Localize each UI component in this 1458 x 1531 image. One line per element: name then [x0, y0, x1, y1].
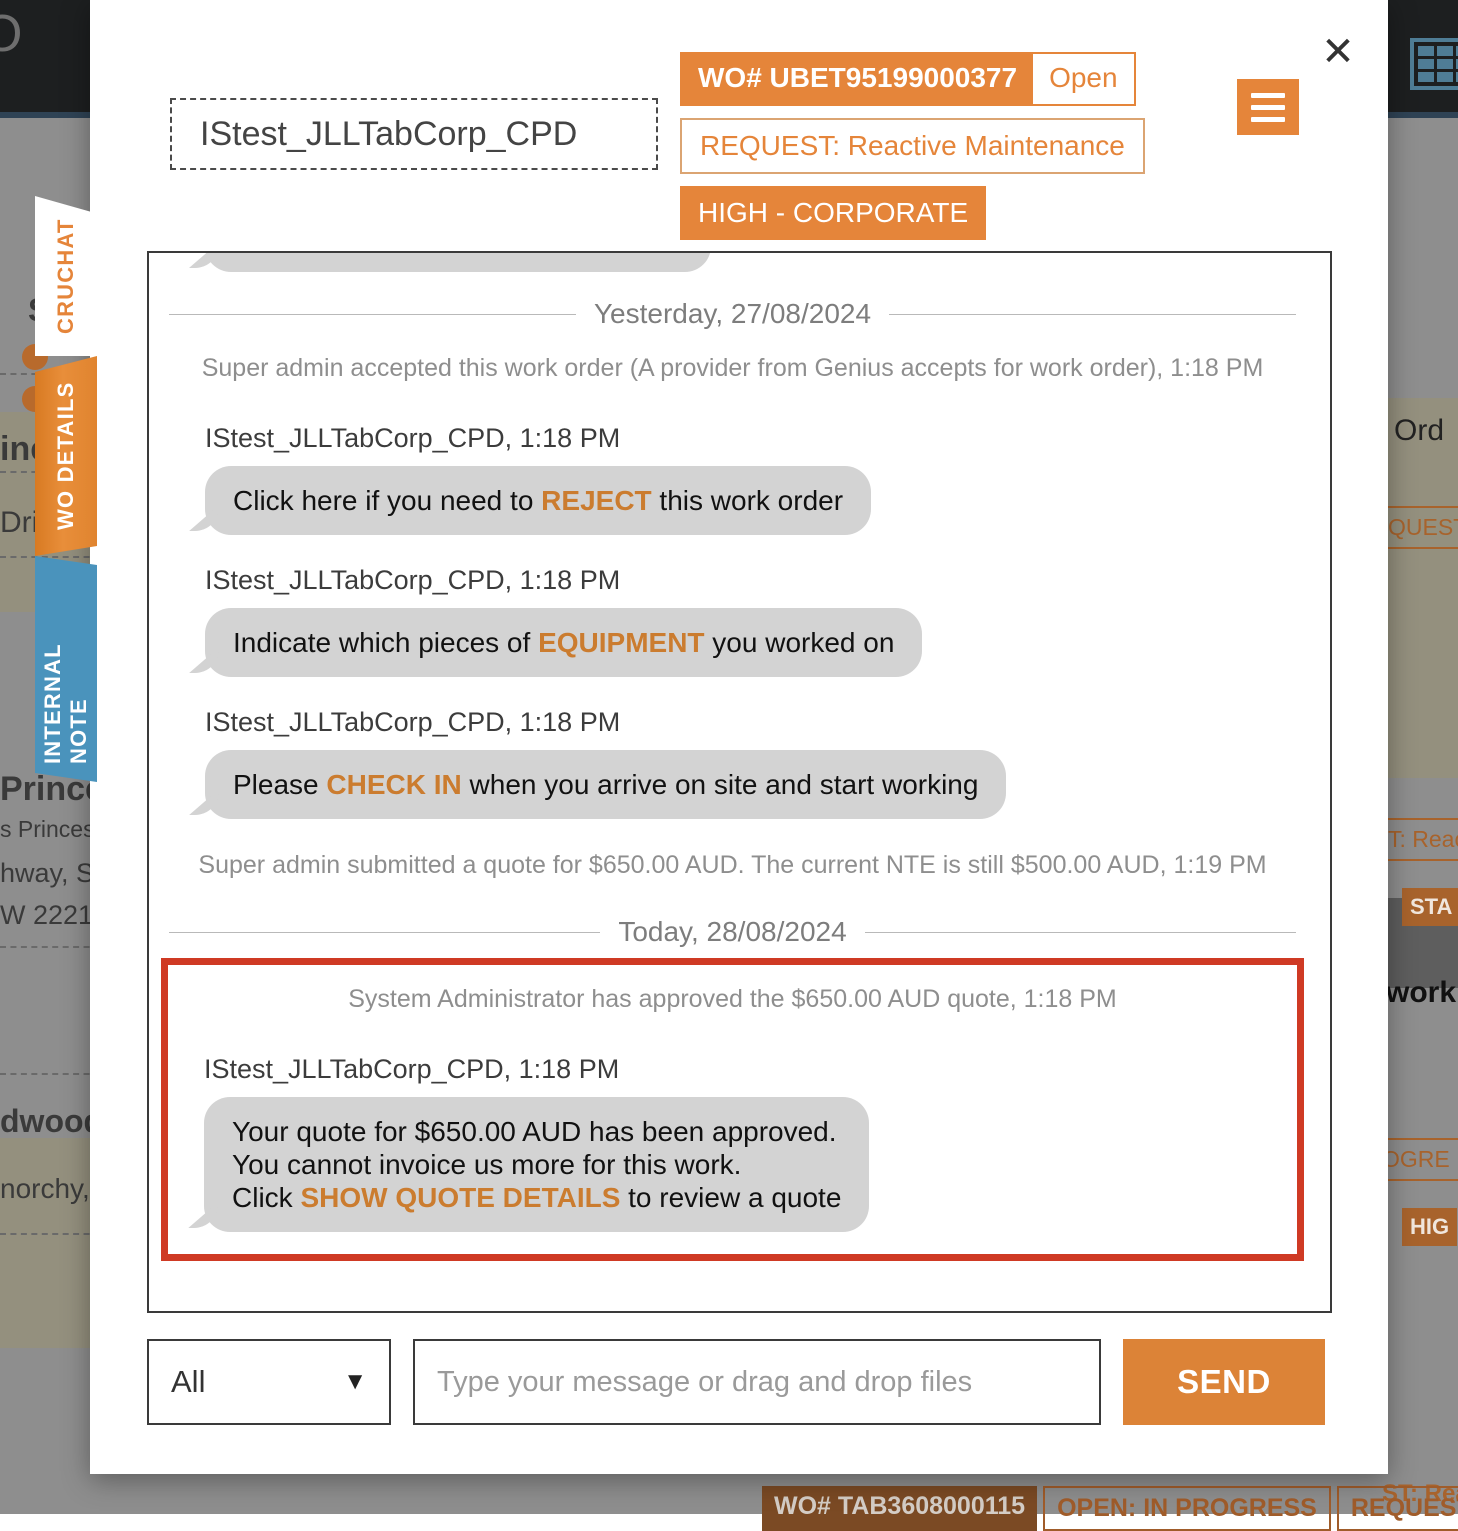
request-type-badge: REQUEST: Reactive Maintenance: [680, 118, 1145, 174]
chat-bubble-invoice-link[interactable]: INVOICE: [568, 251, 683, 253]
hamburger-icon[interactable]: [1237, 79, 1299, 135]
message-author-3: IStest_JLLTabCorp_CPD, 1:18 PM: [169, 681, 1296, 738]
chat-bubble-checkin[interactable]: Please CHECK IN when you arrive on site …: [205, 750, 1006, 819]
work-order-title-field[interactable]: IStest_JLLTabCorp_CPD: [170, 98, 658, 170]
chat-message-1: Click here if you need to REJECT this wo…: [169, 454, 1296, 539]
system-message-quote-submitted: Super admin submitted a quote for $650.0…: [169, 823, 1296, 894]
bgr-request2-text: T: Reac: [1384, 818, 1458, 861]
chat-bubble-checkin-after: when you arrive on site and start workin…: [462, 769, 979, 800]
bgr-work-text: work: [1386, 976, 1456, 1010]
work-order-badge-stack: WO# UBET95199000377 Open REQUEST: Reacti…: [680, 52, 1145, 240]
app-logo: O: [0, 4, 22, 64]
message-input[interactable]: Type your message or drag and drop files: [413, 1339, 1101, 1425]
chat-message-panel[interactable]: Click here to manage your INVOICE Yester…: [147, 251, 1332, 1313]
message-author-1: IStest_JLLTabCorp_CPD, 1:18 PM: [169, 397, 1296, 454]
chat-message-2: Indicate which pieces of EQUIPMENT you w…: [169, 596, 1296, 681]
bg-text-8: norchy,: [0, 1173, 90, 1205]
chat-message-3: Please CHECK IN when you arrive on site …: [169, 738, 1296, 823]
vertical-tab-rail: CRUCHAT WO DETAILS INTERNAL NOTE: [35, 196, 97, 782]
tab-wo-details[interactable]: WO DETAILS: [35, 356, 97, 556]
chat-message-cut: Click here to manage your INVOICE: [169, 251, 1296, 276]
show-quote-details-link[interactable]: SHOW QUOTE DETAILS: [300, 1182, 620, 1213]
work-order-title-value: IStest_JLLTabCorp_CPD: [200, 115, 577, 154]
chat-bubble-checkin-link[interactable]: CHECK IN: [326, 769, 461, 800]
chevron-down-icon: ▼: [343, 1368, 367, 1396]
chat-bubble-equipment-before: Indicate which pieces of: [233, 627, 538, 658]
message-author-2: IStest_JLLTabCorp_CPD, 1:18 PM: [169, 539, 1296, 596]
message-input-placeholder: Type your message or drag and drop files: [437, 1366, 972, 1399]
chat-bubble-invoice[interactable]: Click here to manage your INVOICE: [205, 251, 711, 272]
tab-cruchat[interactable]: CRUCHAT: [35, 196, 103, 356]
bgr-band-3: [1388, 538, 1458, 778]
highlighted-quote-section: System Administrator has approved the $6…: [161, 958, 1304, 1261]
bgr-band-1: [1388, 118, 1458, 230]
chat-bubble-reject-before: Click here if you need to: [233, 485, 541, 516]
chat-bubble-quote-line2: You cannot invoice us more for this work…: [232, 1148, 841, 1181]
chat-bubble-reject[interactable]: Click here if you need to REJECT this wo…: [205, 466, 871, 535]
tab-internal-note[interactable]: INTERNAL NOTE: [35, 556, 97, 782]
bgr-progress-text: OGRE: [1378, 1138, 1458, 1181]
chat-bubble-reject-link[interactable]: REJECT: [541, 485, 651, 516]
wo-status-badge: Open: [1033, 54, 1134, 104]
chat-message-4: Your quote for $650.00 AUD has been appr…: [168, 1085, 1297, 1236]
chat-bubble-quote-line3-after: to review a quote: [620, 1182, 841, 1213]
bg-rule-5: [0, 1073, 100, 1075]
chat-bubble-quote-approved[interactable]: Your quote for $650.00 AUD has been appr…: [204, 1097, 869, 1232]
day-divider-today: Today, 28/08/2024: [169, 894, 1296, 958]
bg-text-6: W 2221: [0, 900, 93, 931]
bg-badge-request: REQUEST: Reac: [1337, 1486, 1458, 1531]
background-bottom-badges: WO# TAB3608000115 OPEN: IN PROGRESS REQU…: [762, 1486, 1458, 1531]
message-composer: All ▼ Type your message or drag and drop…: [147, 1339, 1387, 1425]
chat-bubble-reject-after: this work order: [652, 485, 843, 516]
modal-header: IStest_JLLTabCorp_CPD WO# UBET9519900037…: [90, 0, 1388, 232]
bg-rule-6: [0, 1233, 100, 1235]
chat-bubble-equipment-link[interactable]: EQUIPMENT: [538, 627, 704, 658]
priority-badge: HIGH - CORPORATE: [680, 186, 986, 240]
bg-badge-wo-number: WO# TAB3608000115: [762, 1486, 1037, 1531]
bgr-priority-badge: HIG: [1402, 1208, 1457, 1246]
chat-scroll-content: Click here to manage your INVOICE Yester…: [149, 251, 1332, 1261]
chat-bubble-quote-line1: Your quote for $650.00 AUD has been appr…: [232, 1115, 841, 1148]
day-divider-yesterday-label: Yesterday, 27/08/2024: [594, 298, 871, 330]
bgr-status-badge: STA: [1402, 888, 1458, 926]
bg-text-7: dwood: [0, 1103, 103, 1140]
day-divider-today-label: Today, 28/08/2024: [618, 916, 846, 948]
chat-bubble-equipment[interactable]: Indicate which pieces of EQUIPMENT you w…: [205, 608, 922, 677]
chat-bubble-invoice-text: Click here to manage your: [233, 251, 568, 253]
recipient-filter-value: All: [171, 1364, 205, 1400]
bg-panel-2: [0, 1138, 100, 1348]
grid-icon[interactable]: [1410, 38, 1458, 90]
tab-internal-note-label: INTERNAL NOTE: [40, 556, 92, 782]
cruchat-modal: ✕ IStest_JLLTabCorp_CPD WO# UBET95199000…: [90, 0, 1388, 1474]
chat-bubble-quote-line3-before: Click: [232, 1182, 300, 1213]
bg-rule-4: [0, 946, 100, 948]
wo-number-label: WO# UBET95199000377: [682, 54, 1033, 104]
message-author-4: IStest_JLLTabCorp_CPD, 1:18 PM: [168, 1028, 1297, 1085]
send-button[interactable]: SEND: [1123, 1339, 1325, 1425]
chat-bubble-checkin-before: Please: [233, 769, 326, 800]
chat-bubble-equipment-after: you worked on: [705, 627, 895, 658]
bg-badge-status: OPEN: IN PROGRESS: [1043, 1486, 1331, 1531]
day-divider-yesterday: Yesterday, 27/08/2024: [169, 276, 1296, 340]
bgr-order-text: Ord: [1394, 414, 1444, 448]
recipient-filter-select[interactable]: All ▼: [147, 1339, 391, 1425]
background-right-column: Ord QUEST: T: Reac STA work OGRE HIG ST:…: [1388, 118, 1458, 1514]
system-message-quote-approved: System Administrator has approved the $6…: [168, 971, 1297, 1028]
tab-wo-details-label: WO DETAILS: [53, 364, 79, 548]
tab-cruchat-label: CRUCHAT: [53, 200, 79, 352]
bgr-request-text: QUEST:: [1384, 506, 1458, 549]
system-message-accepted: Super admin accepted this work order (A …: [169, 340, 1296, 397]
chat-bubble-quote-line3: Click SHOW QUOTE DETAILS to review a quo…: [232, 1181, 841, 1214]
wo-number-badge: WO# UBET95199000377 Open: [680, 52, 1136, 106]
